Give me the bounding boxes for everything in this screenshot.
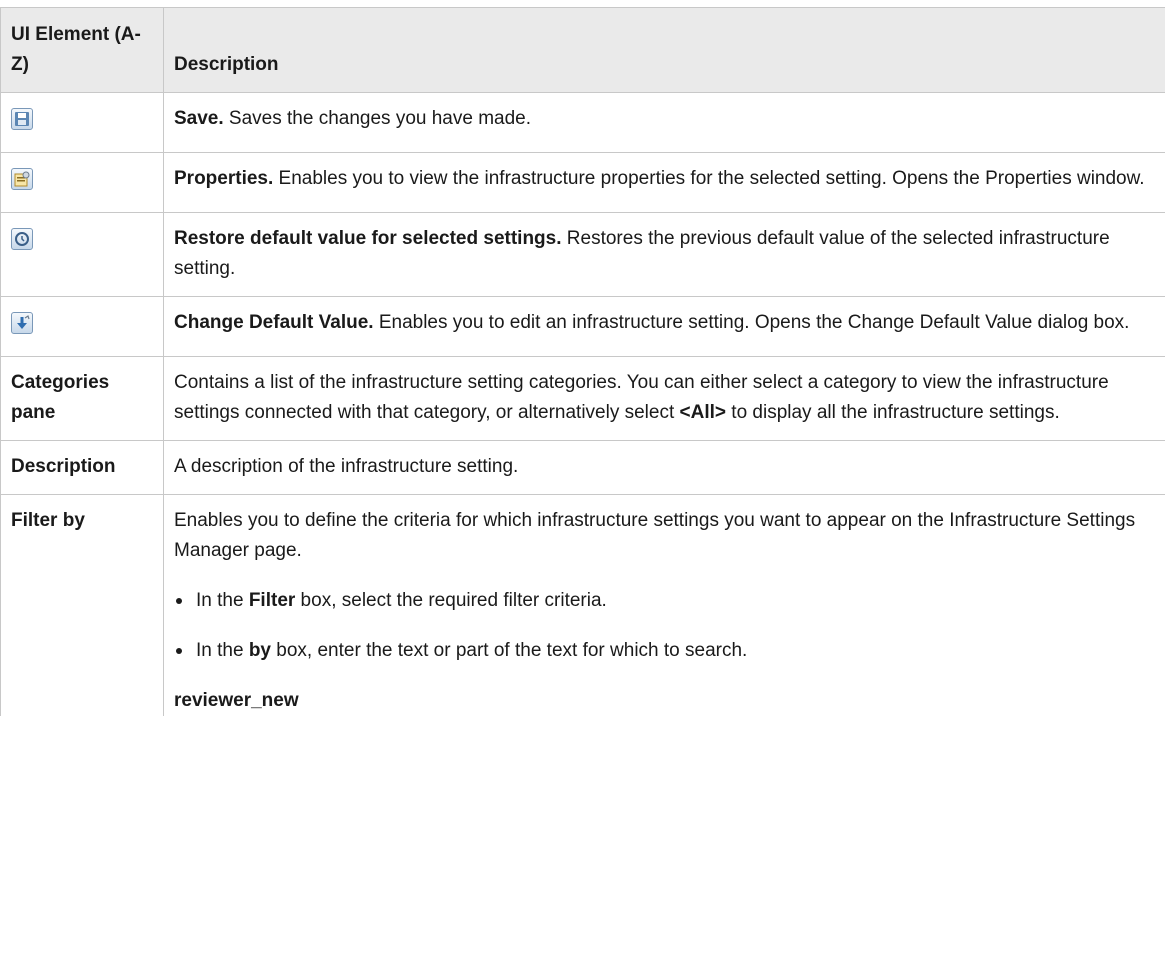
table-row: Restore default value for selected setti… — [0, 212, 1165, 297]
element-name: Categories pane — [0, 356, 164, 441]
description-cell: Properties. Enables you to view the infr… — [163, 152, 1165, 213]
icon-cell — [0, 152, 164, 213]
properties-title: Properties. — [174, 168, 274, 189]
table-row: Properties. Enables you to view the infr… — [0, 152, 1165, 213]
categories-text-after: to display all the infrastructure settin… — [726, 402, 1060, 423]
change-default-icon — [11, 312, 33, 334]
all-keyword: <All> — [679, 402, 727, 423]
table-row: Description A description of the infrast… — [0, 440, 1165, 495]
header-ui-element: UI Element (A-Z) — [0, 7, 164, 93]
description-cell: A description of the infrastructure sett… — [163, 440, 1165, 495]
bullet-text: In the — [196, 640, 249, 661]
change-default-text: Enables you to edit an infrastructure se… — [373, 312, 1130, 333]
save-title: Save. — [174, 108, 224, 129]
table-row: Categories pane Contains a list of the i… — [0, 356, 1165, 441]
list-item: In the Filter box, select the required f… — [174, 586, 1155, 616]
bullet-icon — [176, 648, 182, 654]
header-row: UI Element (A-Z) Description — [0, 7, 1165, 93]
bullet-text: In the — [196, 590, 249, 611]
filter-text: Enables you to define the criteria for w… — [174, 510, 1136, 561]
bullet-icon — [176, 598, 182, 604]
bullet-text: box, enter the text or part of the text … — [271, 640, 748, 661]
element-name: Filter by — [0, 494, 164, 716]
description-cell: Restore default value for selected setti… — [163, 212, 1165, 297]
icon-cell — [0, 296, 164, 357]
reviewer-note: reviewer_new — [174, 690, 299, 711]
filter-bullets: In the Filter box, select the required f… — [174, 586, 1155, 666]
list-item: In the by box, enter the text or part of… — [174, 636, 1155, 666]
ui-elements-table: UI Element (A-Z) Description Save. Saves… — [0, 7, 1165, 716]
save-icon — [11, 108, 33, 130]
description-cell: Enables you to define the criteria for w… — [163, 494, 1165, 716]
table-row: Filter by Enables you to define the crit… — [0, 494, 1165, 716]
description-cell: Save. Saves the changes you have made. — [163, 92, 1165, 153]
table-row: Change Default Value. Enables you to edi… — [0, 296, 1165, 357]
icon-cell — [0, 92, 164, 153]
description-cell: Contains a list of the infrastructure se… — [163, 356, 1165, 441]
bullet-text: box, select the required filter criteria… — [295, 590, 607, 611]
header-description: Description — [163, 7, 1165, 93]
bullet-bold: Filter — [248, 590, 296, 611]
element-name: Description — [0, 440, 164, 495]
save-text: Saves the changes you have made. — [223, 108, 532, 129]
description-cell: Change Default Value. Enables you to edi… — [163, 296, 1165, 357]
properties-icon — [11, 168, 33, 190]
change-default-title: Change Default Value. — [174, 312, 374, 333]
icon-cell — [0, 212, 164, 297]
table-row: Save. Saves the changes you have made. — [0, 92, 1165, 153]
restore-title: Restore default value for selected setti… — [174, 228, 562, 249]
bullet-bold: by — [248, 640, 272, 661]
properties-text: Enables you to view the infrastructure p… — [273, 168, 1145, 189]
restore-icon — [11, 228, 33, 250]
